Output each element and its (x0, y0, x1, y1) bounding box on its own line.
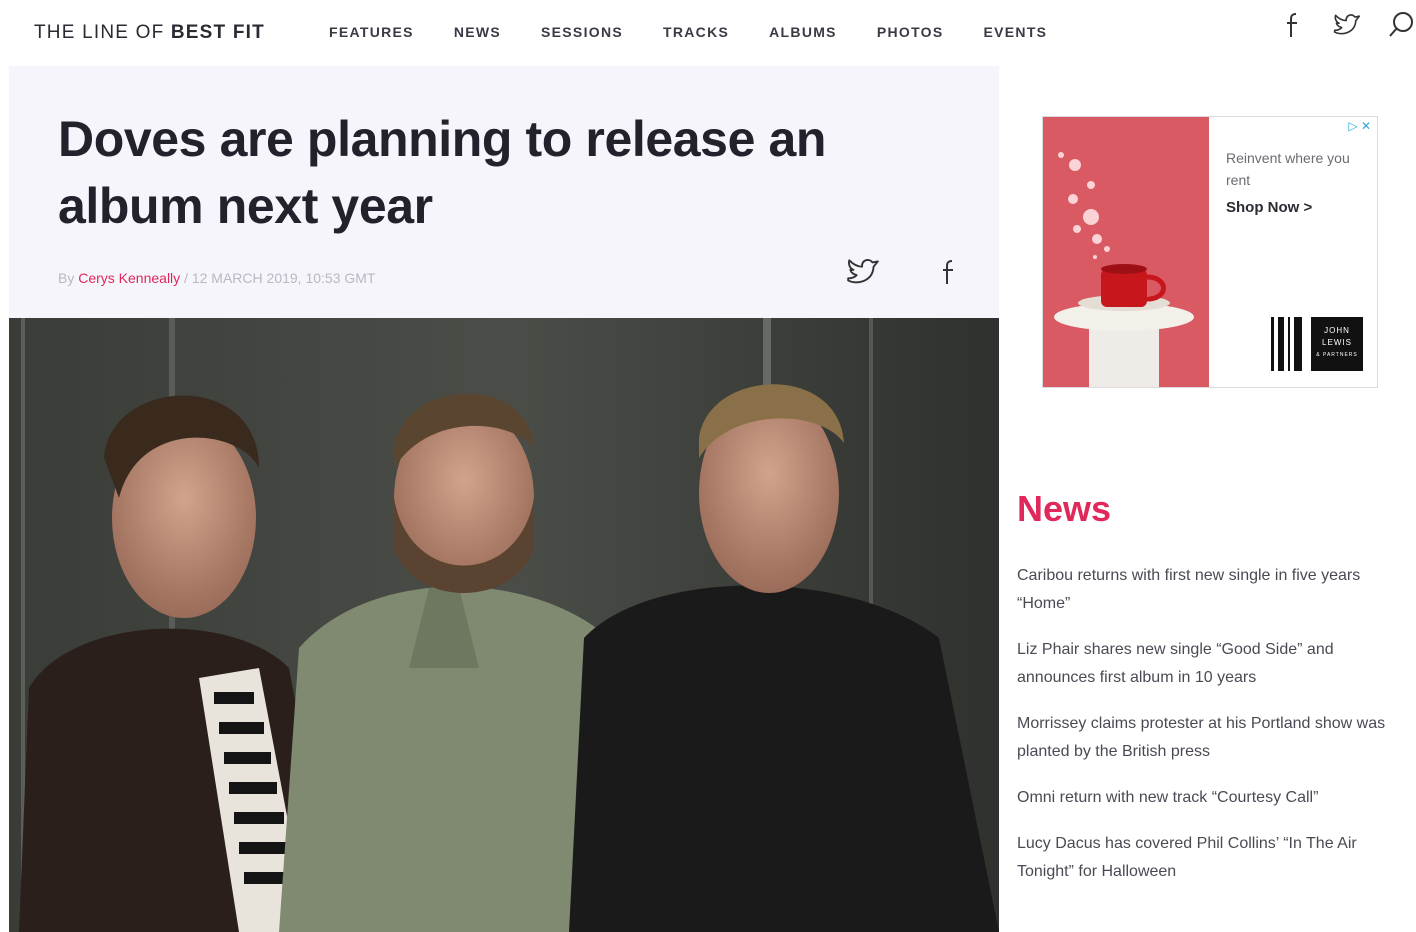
nav-events[interactable]: EVENTS (984, 24, 1048, 40)
ad-brand-bars (1271, 317, 1311, 371)
publish-date: 12 MARCH 2019, 10:53 GMT (191, 270, 376, 286)
top-nav: THE LINE OF BEST FIT FEATURES NEWS SESSI… (0, 0, 1416, 66)
article-headline: Doves are planning to release an album n… (58, 111, 827, 234)
twitter-icon (847, 259, 879, 284)
byline-separator: / (184, 270, 188, 286)
news-item[interactable]: Morrissey claims protester at his Portla… (1017, 710, 1387, 766)
adchoices-icon[interactable]: ▷ ✕ (1348, 119, 1371, 133)
ad-brand-line-3: & PARTNERS (1316, 352, 1358, 358)
byline: By Cerys Kenneally / 12 MARCH 2019, 10:5… (58, 270, 375, 286)
sidebar-news-heading[interactable]: News (1017, 488, 1111, 530)
share-twitter-button[interactable] (843, 252, 883, 292)
nav-tracks[interactable]: TRACKS (663, 24, 729, 40)
nav-features[interactable]: FEATURES (329, 24, 414, 40)
logo-bold-text: BEST FIT (170, 22, 265, 43)
article-hero-image (9, 318, 999, 932)
twitter-icon[interactable] (1332, 8, 1362, 42)
logo-light-text: THE LINE OF (34, 22, 165, 43)
nav-albums[interactable]: ALBUMS (769, 24, 837, 40)
site-logo[interactable]: THE LINE OF BEST FIT (34, 22, 265, 44)
news-item[interactable]: Lucy Dacus has covered Phil Collins’ “In… (1017, 830, 1387, 886)
band-photo (9, 318, 999, 932)
nav-social-icons (1254, 8, 1416, 42)
news-item[interactable]: Caribou returns with first new single in… (1017, 562, 1387, 618)
ad-product-image (1043, 117, 1209, 387)
news-item[interactable]: Omni return with new track “Courtesy Cal… (1017, 784, 1387, 812)
sidebar-news-list: Caribou returns with first new single in… (1017, 562, 1387, 904)
ad-shop-now-link[interactable]: Shop Now > (1226, 199, 1312, 216)
advertisement[interactable]: ▷ ✕ Reinvent where you rent Shop Now > J… (1042, 116, 1378, 388)
byline-prefix: By (58, 270, 75, 286)
main-menu: FEATURES NEWS SESSIONS TRACKS ALBUMS PHO… (329, 24, 1087, 40)
author-link[interactable]: Cerys Kenneally (78, 270, 180, 286)
search-icon[interactable] (1386, 8, 1416, 42)
news-item[interactable]: Liz Phair shares new single “Good Side” … (1017, 636, 1387, 692)
ad-brand-logo: JOHN LEWIS & PARTNERS (1311, 317, 1363, 371)
ad-brand-line-2: LEWIS (1322, 338, 1352, 347)
ad-tagline: Reinvent where you rent (1226, 150, 1350, 188)
article-header: Doves are planning to release an album n… (9, 66, 999, 318)
share-facebook-button[interactable] (929, 252, 969, 292)
facebook-icon (943, 260, 953, 284)
ad-brand-line-1: JOHN (1324, 326, 1350, 335)
nav-photos[interactable]: PHOTOS (877, 24, 944, 40)
nav-sessions[interactable]: SESSIONS (541, 24, 623, 40)
facebook-icon[interactable] (1278, 8, 1308, 42)
nav-news[interactable]: NEWS (454, 24, 501, 40)
